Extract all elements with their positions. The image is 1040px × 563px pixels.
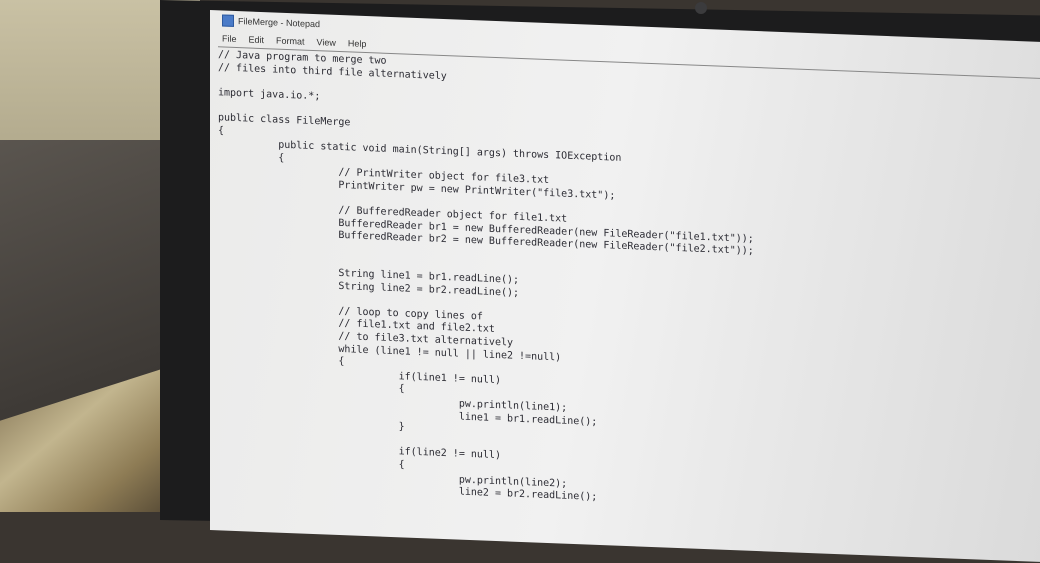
window-title: FileMerge - Notepad: [238, 16, 321, 30]
notepad-icon: [222, 14, 234, 27]
webcam-icon: [695, 2, 707, 14]
text-editor[interactable]: // Java program to merge two// files int…: [218, 46, 1040, 523]
menu-file[interactable]: File: [222, 33, 237, 44]
menu-format[interactable]: Format: [276, 36, 305, 47]
menu-help[interactable]: Help: [348, 38, 367, 49]
notepad-window: FileMerge - Notepad File Edit Format Vie…: [210, 10, 1040, 563]
menu-view[interactable]: View: [317, 37, 336, 48]
menu-edit[interactable]: Edit: [249, 34, 265, 45]
